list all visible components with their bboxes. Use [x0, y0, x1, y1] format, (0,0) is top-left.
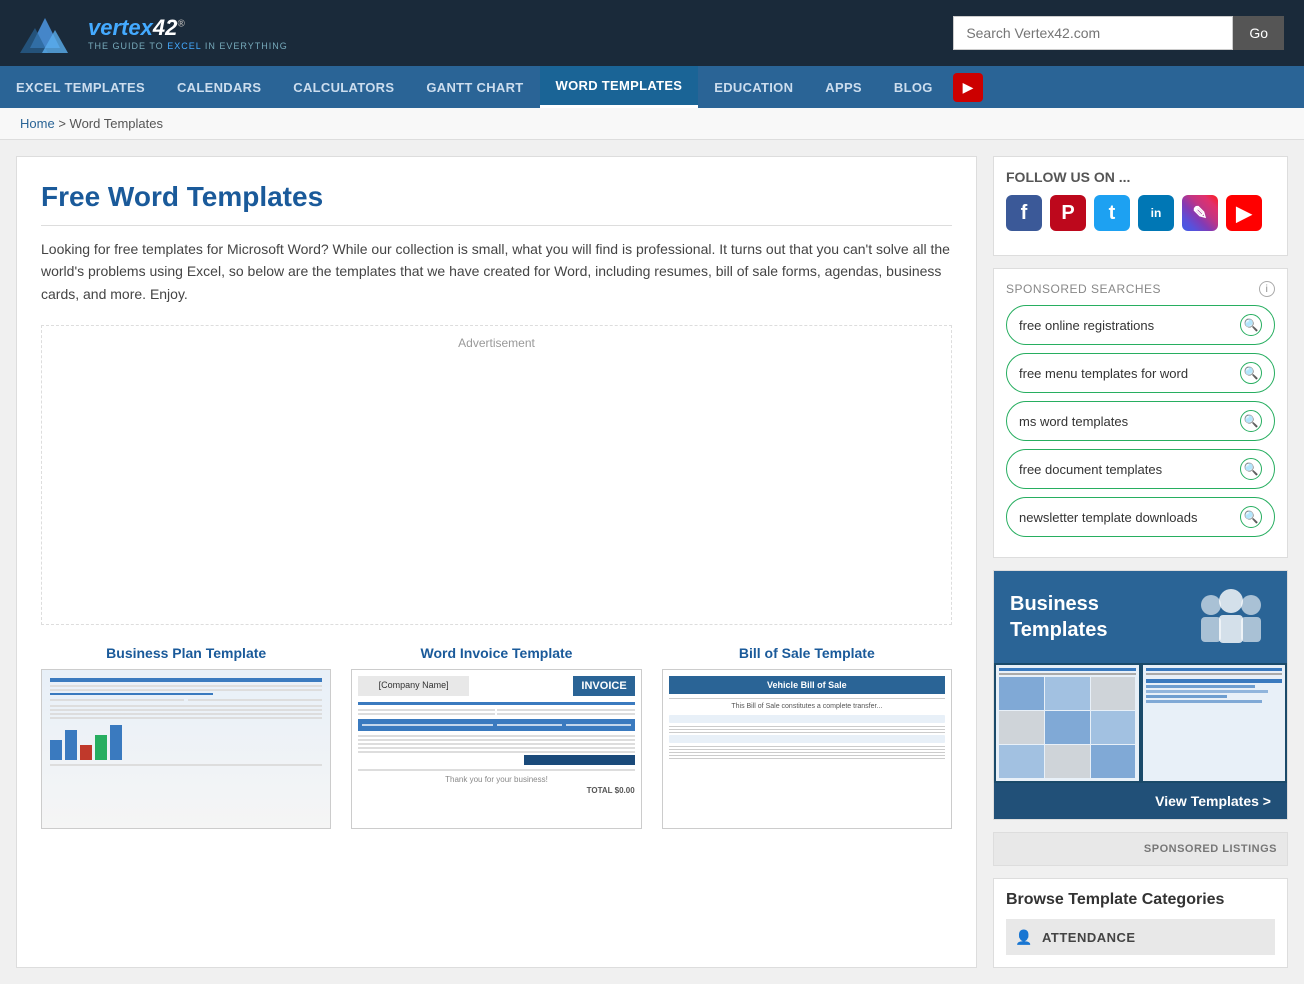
template-title-invoice[interactable]: Word Invoice Template: [351, 645, 641, 661]
twitter-icon[interactable]: t: [1094, 195, 1130, 231]
nav-calculators[interactable]: CALCULATORS: [277, 68, 410, 107]
business-templates-banner[interactable]: BusinessTemplates: [993, 570, 1288, 820]
template-title-bill-of-sale[interactable]: Bill of Sale Template: [662, 645, 952, 661]
category-item-attendance[interactable]: 👤 ATTENDANCE: [1006, 919, 1275, 955]
search-area: Go: [953, 16, 1284, 50]
search-circle-icon-2: 🔍: [1240, 410, 1262, 432]
template-card-business-plan: Business Plan Template: [41, 645, 331, 829]
search-circle-icon-4: 🔍: [1240, 506, 1262, 528]
template-thumbnail-bill-of-sale[interactable]: Vehicle Bill of Sale This Bill of Sale c…: [662, 669, 952, 829]
search-pill-label-1: free menu templates for word: [1019, 366, 1188, 381]
site-header: vertex42® THE GUIDE TO EXCEL IN EVERYTHI…: [0, 0, 1304, 66]
biz-screenshot-1: [996, 665, 1139, 781]
biz-view-templates-button[interactable]: View Templates >: [994, 783, 1287, 819]
breadcrumb-current: Word Templates: [70, 116, 163, 131]
biz-banner-top: BusinessTemplates: [994, 571, 1287, 663]
search-pill-label-3: free document templates: [1019, 462, 1162, 477]
sponsored-title: SPONSORED SEARCHES i: [1006, 281, 1275, 297]
template-thumbnail-invoice[interactable]: [Company Name] INVOICE: [351, 669, 641, 829]
browse-categories-box: Browse Template Categories 👤 ATTENDANCE: [993, 878, 1288, 968]
biz-screenshot-2: [1143, 665, 1286, 781]
logo-text: vertex42® THE GUIDE TO EXCEL IN EVERYTHI…: [88, 15, 288, 51]
search-circle-icon-0: 🔍: [1240, 314, 1262, 336]
search-pill-2[interactable]: ms word templates 🔍: [1006, 401, 1275, 441]
sponsored-label: SPONSORED SEARCHES: [1006, 282, 1161, 296]
search-pill-label-4: newsletter template downloads: [1019, 510, 1198, 525]
search-pill-label-2: ms word templates: [1019, 414, 1128, 429]
linkedin-icon[interactable]: in: [1138, 195, 1174, 231]
search-input[interactable]: [953, 16, 1233, 50]
nav-excel-templates[interactable]: EXCEL TEMPLATES: [0, 68, 161, 107]
search-circle-icon-1: 🔍: [1240, 362, 1262, 384]
biz-banner-title: BusinessTemplates: [1010, 591, 1107, 643]
nav-education[interactable]: EDUCATION: [698, 68, 809, 107]
biz-people-icon: [1191, 587, 1271, 647]
sponsored-searches-box: SPONSORED SEARCHES i free online registr…: [993, 268, 1288, 558]
search-pill-label-0: free online registrations: [1019, 318, 1154, 333]
intro-text: Looking for free templates for Microsoft…: [41, 238, 952, 305]
breadcrumb-separator: >: [58, 116, 69, 131]
logo[interactable]: vertex42® THE GUIDE TO EXCEL IN EVERYTHI…: [20, 8, 288, 58]
facebook-icon[interactable]: f: [1006, 195, 1042, 231]
biz-screenshots: [994, 663, 1287, 783]
template-card-invoice: Word Invoice Template [Company Name] INV…: [351, 645, 641, 829]
social-icons: f P t in ✎ ▶: [1006, 195, 1275, 231]
search-pill-0[interactable]: free online registrations 🔍: [1006, 305, 1275, 345]
follow-box: FOLLOW US ON ... f P t in ✎ ▶: [993, 156, 1288, 256]
search-circle-icon-3: 🔍: [1240, 458, 1262, 480]
category-label-attendance: ATTENDANCE: [1042, 930, 1136, 945]
content-area: Free Word Templates Looking for free tem…: [16, 156, 977, 968]
nav-word-templates[interactable]: WORD TEMPLATES: [540, 66, 699, 108]
page-title: Free Word Templates: [41, 181, 952, 226]
nav-gantt-chart[interactable]: GANTT CHART: [410, 68, 539, 107]
ad-label: Advertisement: [458, 336, 535, 350]
browse-title: Browse Template Categories: [1006, 891, 1275, 909]
instagram-icon[interactable]: ✎: [1182, 195, 1218, 231]
template-title-business-plan[interactable]: Business Plan Template: [41, 645, 331, 661]
breadcrumb: Home > Word Templates: [0, 108, 1304, 140]
nav-youtube[interactable]: ▶: [953, 73, 984, 102]
main-layout: Free Word Templates Looking for free tem…: [0, 140, 1304, 984]
template-card-bill-of-sale: Bill of Sale Template Vehicle Bill of Sa…: [662, 645, 952, 829]
search-pill-3[interactable]: free document templates 🔍: [1006, 449, 1275, 489]
nav-blog[interactable]: BLOG: [878, 68, 949, 107]
template-thumbnail-business-plan[interactable]: [41, 669, 331, 829]
pinterest-icon[interactable]: P: [1050, 195, 1086, 231]
main-nav: EXCEL TEMPLATES CALENDARS CALCULATORS GA…: [0, 66, 1304, 108]
search-button[interactable]: Go: [1233, 16, 1284, 50]
follow-title: FOLLOW US ON ...: [1006, 169, 1275, 185]
info-icon[interactable]: i: [1259, 281, 1275, 297]
nav-apps[interactable]: APPS: [809, 68, 878, 107]
template-grid: Business Plan Template: [41, 645, 952, 829]
search-pill-4[interactable]: newsletter template downloads 🔍: [1006, 497, 1275, 537]
search-pill-1[interactable]: free menu templates for word 🔍: [1006, 353, 1275, 393]
youtube-icon[interactable]: ▶: [1226, 195, 1262, 231]
nav-calendars[interactable]: CALENDARS: [161, 68, 277, 107]
sponsored-listings-box: SPONSORED LISTINGS: [993, 832, 1288, 866]
attendance-icon: 👤: [1014, 927, 1034, 947]
breadcrumb-home[interactable]: Home: [20, 116, 55, 131]
ad-area: Advertisement: [41, 325, 952, 625]
sidebar: FOLLOW US ON ... f P t in ✎ ▶ SPONSORED …: [993, 156, 1288, 968]
